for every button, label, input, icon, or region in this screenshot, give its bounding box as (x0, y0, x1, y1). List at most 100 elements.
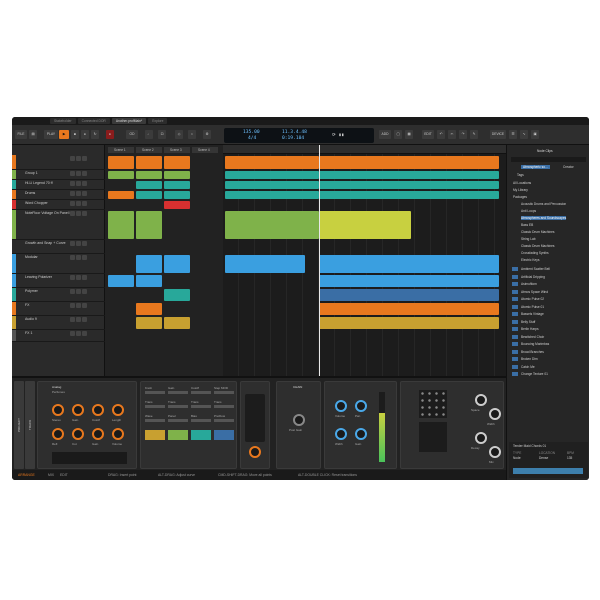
arm-button[interactable] (82, 331, 87, 336)
solo-button[interactable] (76, 303, 81, 308)
location-item[interactable]: Acoustic Drums and Percussion (521, 202, 566, 206)
undo-icon[interactable]: ↶ (437, 130, 445, 139)
modulator-label[interactable]: Bias (191, 414, 197, 418)
arranger-clip[interactable] (319, 255, 499, 273)
track-name[interactable]: Audio 9 (25, 317, 70, 321)
track-header[interactable]: Hi-Li Legend 70 ff (12, 180, 105, 190)
result-item[interactable]: Bewitched Choir (521, 335, 544, 339)
result-item[interactable]: Ambient Scatter Bell (521, 267, 550, 271)
solo-button[interactable] (76, 289, 81, 294)
scene-header[interactable]: Scene 4 (192, 147, 218, 153)
arranger-clip[interactable] (319, 181, 499, 189)
grid-icon[interactable]: ▦ (405, 130, 413, 139)
knob-gain-2[interactable] (92, 428, 104, 440)
solo-button[interactable] (76, 171, 81, 176)
browser-icon[interactable]: ▣ (531, 130, 539, 139)
tags-filter[interactable]: Tags (517, 173, 524, 177)
knob-mix[interactable] (489, 446, 501, 458)
track-header[interactable]: FX (12, 302, 105, 316)
knob-post-gain[interactable] (293, 414, 305, 426)
modulator-slider[interactable] (191, 405, 211, 408)
arranger-clip[interactable] (319, 289, 499, 301)
stop-button[interactable]: ■ (71, 130, 79, 139)
arranger-clip[interactable] (319, 303, 499, 315)
mute-button[interactable] (70, 211, 75, 216)
result-item[interactable]: Atomic Pulse 01 (521, 305, 544, 309)
tempo-readout[interactable]: 135.00 (243, 130, 260, 135)
mute-button[interactable] (70, 275, 75, 280)
launcher-clip[interactable] (164, 317, 190, 329)
knob-pan-b[interactable] (355, 400, 367, 412)
location-item[interactable]: Bass EB (521, 223, 533, 227)
result-item[interactable]: Broken Dim (521, 357, 538, 361)
modulator-slider[interactable] (214, 405, 234, 408)
launcher-clip[interactable] (164, 181, 190, 189)
knob-gain[interactable] (72, 404, 84, 416)
knob-cutoff[interactable] (92, 404, 104, 416)
knob-length[interactable] (112, 404, 124, 416)
arranger-clip[interactable] (225, 191, 319, 199)
knob-cut[interactable] (72, 428, 84, 440)
arm-button[interactable] (82, 317, 87, 322)
arranger-timeline[interactable] (223, 145, 506, 376)
modulator-label[interactable]: Trans (168, 400, 176, 404)
result-item[interactable]: Artificial Dripping (521, 275, 545, 279)
arranger-clip[interactable] (225, 181, 319, 189)
solo-button[interactable] (76, 156, 81, 161)
arranger-clip[interactable] (319, 171, 499, 179)
knob-decay[interactable] (475, 432, 487, 444)
preset-subname[interactable]: Perfumes (52, 390, 65, 394)
settings-icon[interactable]: ⚙ (203, 130, 211, 139)
arm-button[interactable] (82, 191, 87, 196)
result-item[interactable]: Broad Branches (521, 350, 544, 354)
modulator-slider[interactable] (214, 391, 234, 394)
track-name[interactable]: Drums (25, 191, 70, 195)
launcher-clip[interactable] (164, 289, 190, 301)
launcher-clip[interactable] (136, 191, 162, 199)
creator-filter[interactable]: Creator (563, 165, 574, 169)
play-button[interactable]: ▶ (59, 130, 69, 139)
launcher-clip[interactable] (136, 303, 162, 315)
metronome-icon[interactable]: ♩ (145, 130, 153, 139)
arranger-clip[interactable] (319, 191, 499, 199)
result-item[interactable]: Berlin Harps (521, 327, 539, 331)
arm-button[interactable] (82, 241, 87, 246)
track-header[interactable]: Growth and Snap + Curve (12, 240, 105, 254)
arm-button[interactable] (82, 289, 87, 294)
add-button[interactable]: ADD (379, 130, 391, 139)
groove-icon[interactable]: ≈ (188, 130, 196, 139)
knob-space[interactable] (475, 394, 487, 406)
launcher-clip[interactable] (136, 171, 162, 179)
step-grid[interactable] (419, 422, 447, 452)
mute-button[interactable] (70, 255, 75, 260)
launcher-clip[interactable] (108, 156, 134, 169)
modulator-slider[interactable] (168, 405, 188, 408)
time-readout[interactable]: 0:19.104 (282, 136, 304, 141)
launcher-clip[interactable] (164, 255, 190, 273)
knob-gain-b[interactable] (355, 428, 367, 440)
solo-button[interactable] (76, 317, 81, 322)
modulator-slider[interactable] (191, 391, 211, 394)
loop-icon[interactable]: ↻ (91, 130, 99, 139)
arranger-clip[interactable] (225, 171, 319, 179)
result-item[interactable]: Atmos Space Wind (521, 290, 548, 294)
launcher-clip[interactable] (136, 317, 162, 329)
track-name[interactable]: Leaving Polarizer (25, 275, 70, 279)
knob-stereo[interactable] (52, 404, 64, 416)
launcher-clip[interactable] (164, 201, 190, 209)
edit-view-button[interactable]: EDIT (60, 470, 68, 480)
launcher-clip[interactable] (164, 171, 190, 179)
edit-button[interactable]: EDIT (422, 130, 434, 139)
launcher-clip[interactable] (136, 156, 162, 169)
result-item[interactable]: Catch Me (521, 365, 535, 369)
mute-button[interactable] (70, 171, 75, 176)
signature-readout[interactable]: 4/4 (248, 136, 256, 141)
playhead[interactable] (319, 145, 320, 376)
clip-icon[interactable]: ▢ (394, 130, 402, 139)
track-header[interactable]: Modular (12, 254, 105, 274)
track-header[interactable]: Word Chopper (12, 200, 105, 210)
automation-icon[interactable]: ◇ (175, 130, 183, 139)
arranger-clip[interactable] (225, 211, 319, 239)
arm-button[interactable] (82, 303, 87, 308)
file-menu-button[interactable]: FILE (15, 130, 27, 139)
